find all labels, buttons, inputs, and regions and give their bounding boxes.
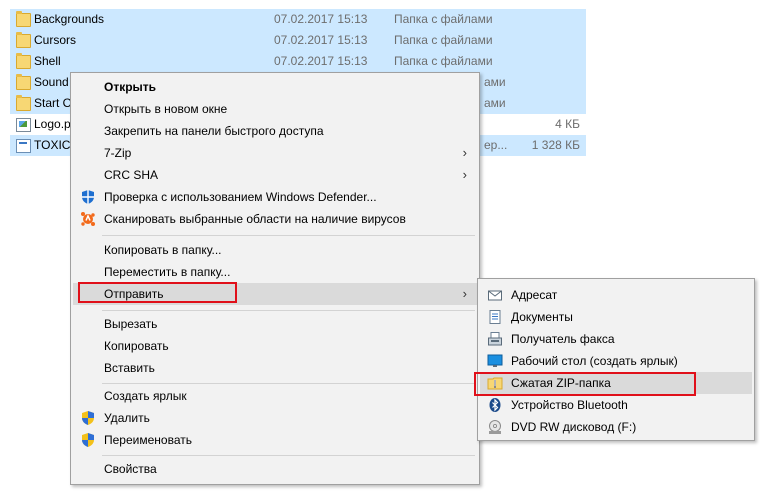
file-name: Start O (34, 96, 73, 110)
menu-item-label: Устройство Bluetooth (511, 398, 628, 412)
menu-item-label: Переименовать (104, 433, 192, 447)
file-size: 4 КБ (555, 117, 580, 131)
file-name: Sound (34, 75, 69, 89)
file-date: 07.02.2017 15:13 (274, 33, 368, 47)
folder-icon (16, 95, 31, 111)
menu-item-label: Вырезать (104, 317, 158, 331)
menu-item-copy-to-folder[interactable]: Копировать в папку... (73, 239, 477, 261)
menu-item-avast-scan[interactable]: Сканировать выбранные области на наличие… (73, 208, 477, 230)
avast-icon (80, 211, 96, 227)
menu-item-label: Открыть в новом окне (104, 102, 228, 116)
bluetooth-icon (487, 397, 503, 413)
folder-icon (16, 32, 31, 48)
menu-item-pin-quick-access[interactable]: Закрепить на панели быстрого доступа (73, 120, 477, 142)
menu-item-label: Получатель факса (511, 332, 615, 346)
menu-separator (102, 383, 475, 384)
menu-item-label: Копировать (104, 339, 169, 353)
file-type: Папка с файлами (394, 54, 493, 68)
folder-icon (16, 74, 31, 90)
menu-item-open[interactable]: Открыть (73, 76, 477, 98)
menu-item-label: Проверка с использованием Windows Defend… (104, 190, 377, 204)
file-type: Папка с файлами (394, 33, 493, 47)
zip-folder-highlight-frame (474, 372, 696, 396)
menu-item-label: Свойства (104, 462, 157, 476)
sendto-item-dvd-drive[interactable]: DVD RW дисковод (F:) (480, 416, 752, 438)
file-name: Cursors (34, 33, 77, 47)
menu-separator (102, 310, 475, 311)
menu-item-label: Документы (511, 310, 573, 324)
sendto-item-documents[interactable]: Документы (480, 306, 752, 328)
menu-item-open-new-window[interactable]: Открыть в новом окне (73, 98, 477, 120)
file-row-backgrounds[interactable]: Backgrounds 07.02.2017 15:13 Папка с фай… (10, 9, 586, 30)
chevron-right-icon: › (462, 167, 467, 182)
uac-shield-icon (80, 410, 96, 426)
sendto-item-bluetooth[interactable]: Устройство Bluetooth (480, 394, 752, 416)
sendto-item-fax-recipient[interactable]: Получатель факса (480, 328, 752, 350)
menu-item-create-shortcut[interactable]: Создать ярлык (73, 385, 477, 407)
menu-item-label: Копировать в папку... (104, 243, 222, 257)
menu-item-label: DVD RW дисковод (F:) (511, 420, 637, 434)
sendto-submenu: Адресат Документы Получатель факса Рабоч… (477, 278, 755, 441)
menu-item-7zip[interactable]: 7-Zip › (73, 142, 477, 164)
chevron-right-icon: › (462, 145, 467, 160)
menu-item-label: Вставить (104, 361, 155, 375)
mail-recipient-icon (487, 287, 503, 303)
menu-item-label: 7-Zip (104, 146, 132, 160)
dvd-drive-icon (487, 419, 503, 435)
chevron-right-icon: › (462, 286, 467, 301)
menu-item-label: Переместить в папку... (104, 265, 231, 279)
windows-defender-icon (80, 189, 96, 205)
sendto-item-desktop-shortcut[interactable]: Рабочий стол (создать ярлык) (480, 350, 752, 372)
file-size: 1 328 КБ (531, 138, 580, 152)
file-date: 07.02.2017 15:13 (274, 54, 368, 68)
file-type: Папка с файлами (394, 12, 493, 26)
menu-item-delete[interactable]: Удалить (73, 407, 477, 429)
send-to-highlight-frame (78, 282, 237, 303)
file-name: Shell (34, 54, 61, 68)
menu-item-rename[interactable]: Переименовать (73, 429, 477, 451)
file-date: 07.02.2017 15:13 (274, 12, 368, 26)
menu-item-label: Создать ярлык (104, 389, 187, 403)
menu-item-label: Сканировать выбранные области на наличие… (104, 212, 406, 226)
menu-item-label: Удалить (104, 411, 150, 425)
desktop-icon (487, 353, 503, 369)
file-type: ер... (484, 138, 508, 152)
menu-separator (102, 235, 475, 236)
menu-item-properties[interactable]: Свойства (73, 458, 477, 480)
menu-item-cut[interactable]: Вырезать (73, 313, 477, 335)
file-type: ами (484, 96, 506, 110)
context-menu: Открыть Открыть в новом окне Закрепить н… (70, 72, 480, 485)
file-type: ами (484, 75, 506, 89)
menu-item-label: Открыть (104, 80, 157, 94)
document-icon (16, 139, 31, 153)
menu-item-label: Рабочий стол (создать ярлык) (511, 354, 678, 368)
menu-separator (102, 455, 475, 456)
file-name: Logo.p (34, 117, 71, 131)
menu-item-move-to-folder[interactable]: Переместить в папку... (73, 261, 477, 283)
file-name: TOXIC (34, 138, 71, 152)
file-row-cursors[interactable]: Cursors 07.02.2017 15:13 Папка с файлами (10, 30, 586, 51)
menu-item-copy[interactable]: Копировать (73, 335, 477, 357)
image-file-icon (16, 118, 31, 132)
menu-item-label: Адресат (511, 288, 558, 302)
fax-icon (487, 331, 503, 347)
sendto-item-recipient[interactable]: Адресат (480, 284, 752, 306)
menu-item-defender-scan[interactable]: Проверка с использованием Windows Defend… (73, 186, 477, 208)
menu-item-label: Закрепить на панели быстрого доступа (104, 124, 324, 138)
folder-icon (16, 11, 31, 27)
file-name: Backgrounds (34, 12, 105, 26)
folder-icon (16, 53, 31, 69)
file-row-shell[interactable]: Shell 07.02.2017 15:13 Папка с файлами (10, 51, 586, 72)
menu-item-paste[interactable]: Вставить (73, 357, 477, 379)
menu-item-label: CRC SHA (104, 168, 159, 182)
uac-shield-icon (80, 432, 96, 448)
documents-icon (487, 309, 503, 325)
menu-item-crc-sha[interactable]: CRC SHA › (73, 164, 477, 186)
